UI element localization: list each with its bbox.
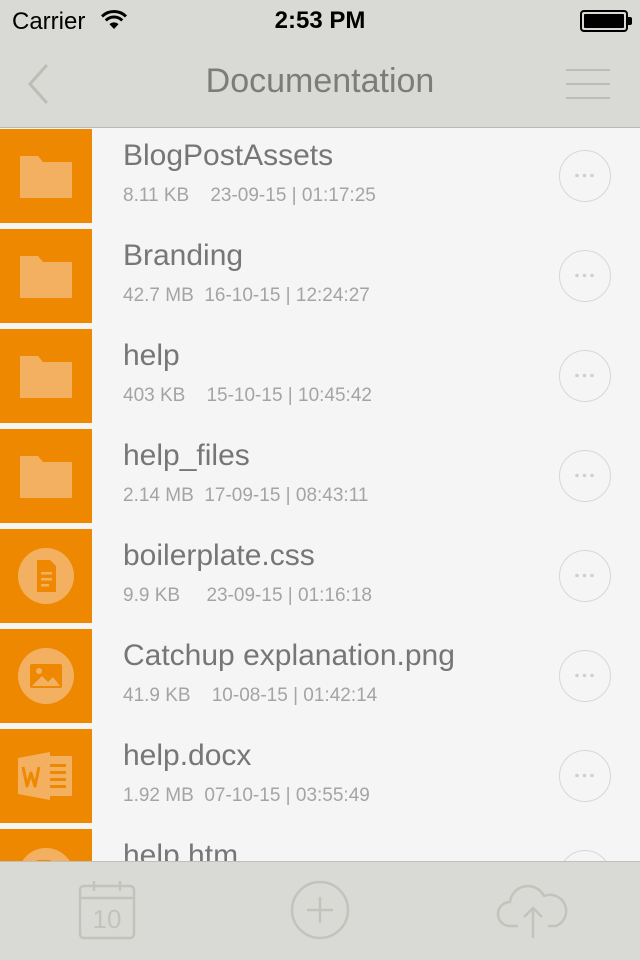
file-name[interactable]: help.htm [123,839,238,861]
file-name[interactable]: Catchup explanation.png [123,639,455,673]
more-options-icon [575,673,594,678]
file-size: 1.92 MB [123,785,194,806]
more-options-icon [560,851,609,861]
calendar-button[interactable]: 10 [78,880,136,940]
file-thumbnail[interactable] [0,829,92,861]
file-thumbnail[interactable] [0,629,92,723]
add-button[interactable] [290,880,350,940]
file-date: 15-10-15 | 10:45:42 [206,385,372,406]
file-row[interactable]: help.htm [0,829,640,861]
file-thumbnail[interactable] [0,329,92,423]
more-options-button[interactable] [559,150,611,202]
file-meta: 41.9 KB 10-08-15 | 01:42:14 [123,685,377,707]
file-size: 41.9 KB [123,685,191,706]
file-row[interactable]: help 403 KB 15-10-15 | 10:45:42 [0,329,640,423]
more-options-icon [575,173,594,178]
file-thumbnail[interactable] [0,729,92,823]
hamburger-menu-icon[interactable] [566,68,610,100]
file-meta: 42.7 MB 16-10-15 | 12:24:27 [123,285,370,307]
file-meta: 403 KB 15-10-15 | 10:45:42 [123,385,372,407]
tab-bar: 10 [0,861,640,960]
file-name[interactable]: Branding [123,239,243,273]
file-name[interactable]: help.docx [123,739,251,773]
file-name[interactable]: help_files [123,439,250,473]
file-thumbnail[interactable] [0,429,92,523]
file-thumbnail[interactable] [0,129,92,223]
file-size: 2.14 MB [123,485,194,506]
calendar-day: 10 [92,904,122,934]
upload-button[interactable] [496,880,570,940]
file-row[interactable]: Catchup explanation.png 41.9 KB 10-08-15… [0,629,640,723]
file-name[interactable]: boilerplate.css [123,539,315,573]
file-date: 17-09-15 | 08:43:11 [204,485,369,506]
file-date: 10-08-15 | 01:42:14 [211,685,378,706]
folder-icon [20,156,72,198]
cloud-upload-icon [496,884,568,938]
file-size: 42.7 MB [123,285,194,306]
file-row[interactable]: Branding 42.7 MB 16-10-15 | 12:24:27 [0,229,640,323]
more-options-button[interactable] [559,250,611,302]
file-date: 23-09-15 | 01:17:25 [210,185,376,206]
folder-icon [20,256,72,298]
file-name[interactable]: BlogPostAssets [123,139,333,173]
file-thumbnail[interactable] [0,229,92,323]
file-size: 403 KB [123,385,186,406]
image-icon [18,648,74,704]
navigation-bar: Documentation [0,40,640,128]
more-options-icon [575,373,594,378]
more-options-button[interactable] [559,650,611,702]
file-meta: 8.11 KB 23-09-15 | 01:17:25 [123,185,376,207]
status-bar: Carrier 2:53 PM [0,0,640,40]
more-options-icon [575,273,594,278]
folder-icon [20,456,72,498]
file-list[interactable]: BlogPostAssets 8.11 KB 23-09-15 | 01:17:… [0,129,640,861]
more-options-button[interactable] [559,350,611,402]
file-meta: 1.92 MB 07-10-15 | 03:55:49 [123,785,370,807]
file-size: 9.9 KB [123,585,181,606]
file-row[interactable]: boilerplate.css 9.9 KB 23-09-15 | 01:16:… [0,529,640,623]
battery-icon [580,10,632,32]
file-date: 07-10-15 | 03:55:49 [204,785,370,806]
document-icon [18,548,74,604]
file-name[interactable]: help [123,339,180,373]
plus-circle-icon [290,880,350,940]
word-document-icon [18,752,72,800]
more-options-button[interactable] [559,450,611,502]
file-date: 16-10-15 | 12:24:27 [204,285,370,306]
file-row[interactable]: BlogPostAssets 8.11 KB 23-09-15 | 01:17:… [0,129,640,223]
file-size: 8.11 KB [123,185,190,206]
more-options-icon [575,473,594,478]
folder-icon [20,356,72,398]
page-title: Documentation [205,62,435,100]
more-options-button[interactable] [559,850,611,861]
document-icon [22,848,70,861]
more-options-icon [575,573,594,578]
file-thumbnail[interactable] [0,529,92,623]
more-options-icon [575,773,594,778]
file-meta: 2.14 MB 17-09-15 | 08:43:11 [123,485,368,507]
status-time: 2:53 PM [274,7,366,34]
file-date: 23-09-15 | 01:16:18 [206,585,372,606]
file-row[interactable]: help.docx 1.92 MB 07-10-15 | 03:55:49 [0,729,640,823]
more-options-button[interactable] [559,750,611,802]
file-row[interactable]: help_files 2.14 MB 17-09-15 | 08:43:11 [0,429,640,523]
file-meta: 9.9 KB 23-09-15 | 01:16:18 [123,585,372,607]
more-options-button[interactable] [559,550,611,602]
